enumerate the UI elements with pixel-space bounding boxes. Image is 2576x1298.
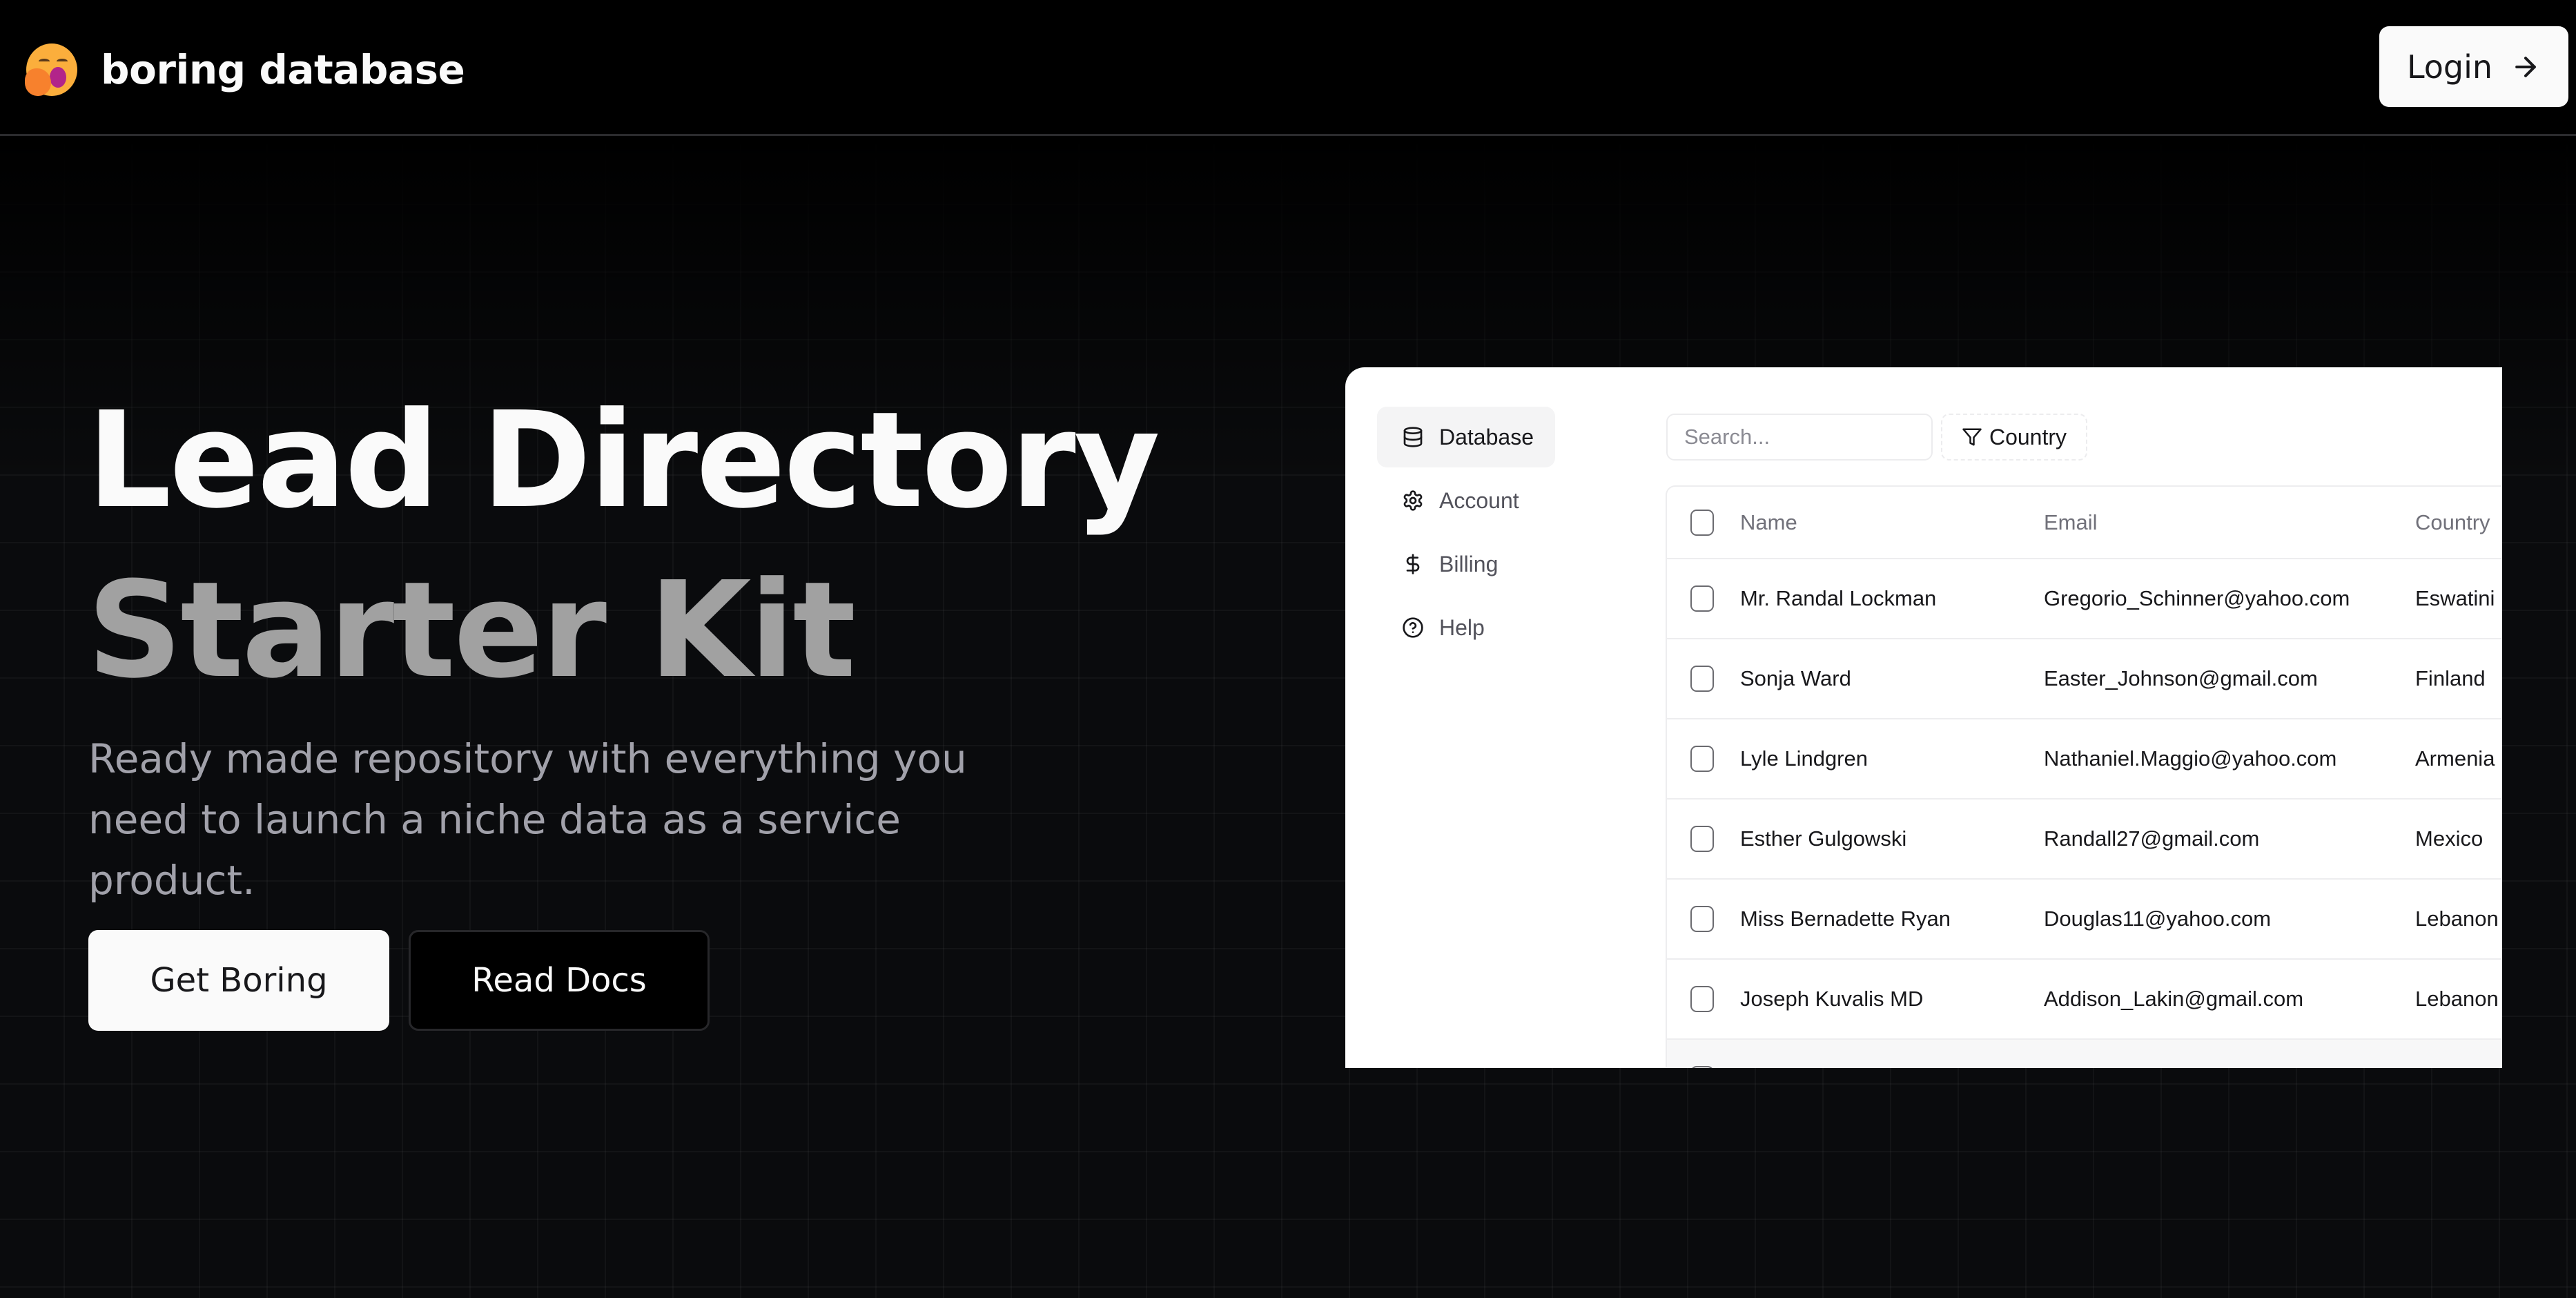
dollar-icon (1406, 554, 1420, 574)
cell-email: Easter_Johnson@gmail.com (2044, 666, 2318, 690)
cell-country: Finland (2415, 666, 2486, 690)
filter-icon (1962, 428, 1982, 446)
hero-title: Lead Directory Starter Kit (87, 376, 1160, 716)
gear-icon (1403, 490, 1423, 511)
table-row[interactable]: Esther Gulgowski Randall27@gmail.com Mex… (1667, 799, 2502, 879)
cell-email: Gregorio_Schinner@yahoo.com (2044, 586, 2350, 610)
row-checkbox[interactable] (1690, 986, 1714, 1012)
table-row-partial[interactable] (1667, 1039, 2502, 1068)
cell-name: Mr. Randal Lockman (1740, 586, 1937, 610)
preview-sidebar: Database Account Billing Help (1377, 407, 1558, 661)
top-nav: boring database Login (0, 0, 2576, 136)
cell-name: Sonja Ward (1740, 666, 1851, 690)
login-label: Login (2406, 48, 2493, 86)
hero-subtitle: Ready made repository with everything yo… (88, 735, 967, 904)
search-input[interactable] (1666, 414, 1933, 461)
column-header-name[interactable]: Name (1740, 487, 2044, 559)
cell-email: Nathaniel.Maggio@yahoo.com (2044, 746, 2337, 771)
sidebar-item-billing[interactable]: Billing (1377, 534, 1555, 594)
table-row[interactable]: Miss Bernadette Ryan Douglas11@yahoo.com… (1667, 879, 2502, 959)
row-checkbox[interactable] (1690, 585, 1714, 612)
filter-label: Country (1989, 424, 2067, 449)
cell-country: Eswatini (2415, 586, 2495, 610)
arrow-right-icon (2515, 56, 2536, 77)
sidebar-item-account[interactable]: Account (1377, 470, 1555, 531)
sidebar-item-label: Help (1439, 614, 1485, 640)
app-preview-card: Database Account Billing Help Co (1345, 367, 2502, 1068)
cell-name: Miss Bernadette Ryan (1740, 907, 1951, 931)
leads-table-container: Name Email Country Mr. Randal Lockman Gr… (1666, 485, 2502, 1068)
select-all-checkbox[interactable] (1690, 509, 1714, 536)
row-checkbox[interactable] (1690, 746, 1714, 772)
country-filter-button[interactable]: Country (1941, 414, 2087, 461)
row-checkbox[interactable] (1690, 1066, 1714, 1068)
row-checkbox[interactable] (1690, 906, 1714, 932)
hero-title-line1: Lead Directory (87, 384, 1160, 538)
cell-name: Esther Gulgowski (1740, 826, 1907, 851)
logo-text: boring database (101, 46, 465, 93)
cell-country: Armenia (2415, 746, 2495, 771)
column-header-email[interactable]: Email (2044, 487, 2415, 559)
sidebar-item-database[interactable]: Database (1377, 407, 1555, 467)
cell-country: Lebanon (2415, 907, 2499, 931)
database-icon (1403, 427, 1423, 447)
sidebar-item-help[interactable]: Help (1377, 597, 1555, 658)
read-docs-button[interactable]: Read Docs (409, 930, 710, 1031)
cell-email: Addison_Lakin@gmail.com (2044, 987, 2304, 1011)
yawning-face-icon (25, 42, 79, 97)
help-circle-icon (1403, 617, 1423, 638)
table-row[interactable]: Sonja Ward Easter_Johnson@gmail.com Finl… (1667, 639, 2502, 719)
table-header-row: Name Email Country (1667, 487, 2502, 559)
cell-name: Joseph Kuvalis MD (1740, 987, 1924, 1011)
logo-link[interactable]: boring database (25, 39, 465, 101)
cell-email: Randall27@gmail.com (2044, 826, 2260, 851)
cell-country: Lebanon (2415, 987, 2499, 1011)
hero-title-line2: Starter Kit (87, 554, 856, 708)
hero-actions: Get Boring Read Docs (88, 930, 710, 1031)
get-boring-button[interactable]: Get Boring (88, 930, 389, 1031)
row-checkbox[interactable] (1690, 666, 1714, 692)
login-button[interactable]: Login (2379, 26, 2568, 107)
table-toolbar: Country (1666, 414, 2087, 461)
column-header-country[interactable]: Country (2415, 487, 2502, 559)
sidebar-item-label: Account (1439, 487, 1519, 513)
leads-table: Name Email Country Mr. Randal Lockman Gr… (1667, 487, 2502, 1068)
cell-country: Mexico (2415, 826, 2484, 851)
table-row[interactable]: Lyle Lindgren Nathaniel.Maggio@yahoo.com… (1667, 719, 2502, 799)
table-row[interactable]: Joseph Kuvalis MD Addison_Lakin@gmail.co… (1667, 959, 2502, 1039)
cell-email: Douglas11@yahoo.com (2044, 907, 2272, 931)
sidebar-item-label: Billing (1439, 551, 1499, 577)
row-checkbox[interactable] (1690, 826, 1714, 852)
sidebar-item-label: Database (1439, 424, 1534, 449)
cell-name: Lyle Lindgren (1740, 746, 1868, 771)
table-row[interactable]: Mr. Randal Lockman Gregorio_Schinner@yah… (1667, 559, 2502, 639)
